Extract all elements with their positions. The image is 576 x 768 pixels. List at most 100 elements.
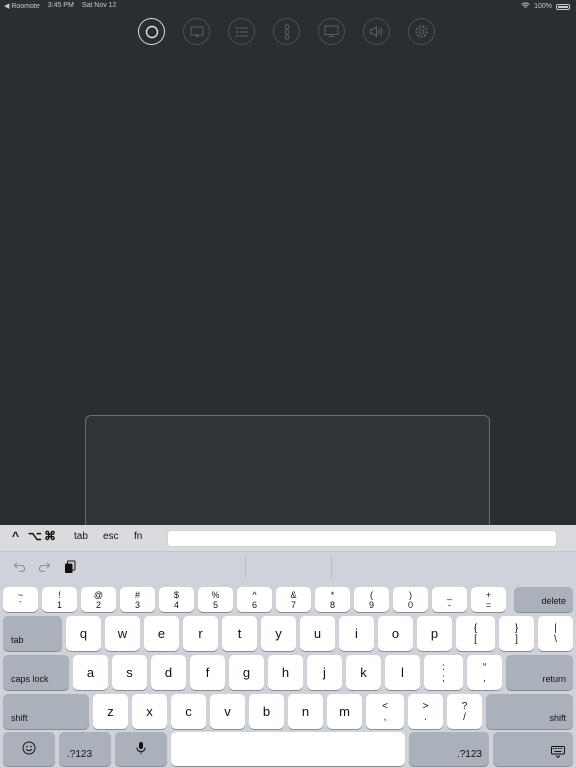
key-x[interactable]: x (132, 694, 167, 729)
key-r[interactable]: r (183, 616, 218, 651)
key-bottom-label: ] (515, 633, 518, 645)
key-bottom-label: . (424, 711, 427, 723)
monitor-icon (324, 25, 339, 38)
key-d[interactable]: d (151, 655, 186, 690)
key-n[interactable]: n (288, 694, 323, 729)
key-equals[interactable]: + = (471, 587, 506, 612)
text-input-field[interactable] (167, 530, 557, 547)
key-m[interactable]: m (327, 694, 362, 729)
space-key[interactable] (171, 732, 405, 766)
key-w[interactable]: w (105, 616, 140, 651)
key-bottom-label: 2 (95, 599, 101, 610)
key-b[interactable]: b (249, 694, 284, 729)
paste-icon[interactable] (64, 560, 76, 579)
more-button[interactable] (273, 18, 300, 45)
key-period[interactable]: >. (408, 694, 443, 729)
command-key[interactable]: ⌘ (44, 529, 56, 543)
key-0[interactable]: ) 0 (393, 587, 428, 612)
key-bottom-label: [ (474, 633, 477, 645)
key-p[interactable]: p (417, 616, 452, 651)
numbers-key-label: .?123 (67, 749, 93, 760)
key-t[interactable]: t (222, 616, 257, 651)
key-7[interactable]: & 7 (276, 587, 311, 612)
key-bottom-label: 3 (134, 599, 140, 610)
display-button[interactable] (318, 18, 345, 45)
list-button[interactable] (228, 18, 255, 45)
key-3[interactable]: #3 (120, 587, 155, 612)
numbers-left-key[interactable]: .?123 (59, 732, 111, 766)
numbers-right-key[interactable]: .?123 (409, 732, 489, 766)
key-u[interactable]: u (300, 616, 335, 651)
key-5[interactable]: % 5 (198, 587, 233, 612)
key-f[interactable]: f (190, 655, 225, 690)
key-1[interactable]: ! 1 (42, 587, 77, 612)
key-2[interactable]: @2 (81, 587, 116, 612)
shift-left-key[interactable]: shift (3, 694, 89, 729)
key-h[interactable]: h (268, 655, 303, 690)
battery-icon (556, 3, 570, 10)
key-z[interactable]: z (93, 694, 128, 729)
key-s[interactable]: s (112, 655, 147, 690)
redo-icon[interactable] (38, 560, 51, 578)
undo-icon[interactable] (13, 560, 26, 578)
key-bottom-label: 6 (251, 599, 257, 610)
key-j[interactable]: j (307, 655, 342, 690)
airplay-button[interactable] (183, 18, 210, 45)
key-9[interactable]: (9 (354, 587, 389, 612)
key-6[interactable]: ^ 6 (237, 587, 272, 612)
wifi-icon (521, 2, 530, 11)
key-bottom-label: \ (554, 633, 557, 645)
back-to-app-link[interactable]: ◀ Roomote (4, 2, 40, 10)
option-key[interactable]: ⌥ (28, 529, 42, 543)
key-c[interactable]: c (171, 694, 206, 729)
key-comma[interactable]: <, (366, 694, 404, 729)
volume-button[interactable] (363, 18, 390, 45)
key-k[interactable]: k (346, 655, 381, 690)
key-top-label: ^ (252, 589, 257, 600)
trackpad-area[interactable] (85, 415, 490, 530)
key-g[interactable]: g (229, 655, 264, 690)
key-bracket-open[interactable]: {[ (456, 616, 495, 651)
accessory-esc-key[interactable]: esc (103, 531, 119, 542)
key-a[interactable]: a (73, 655, 108, 690)
key-q[interactable]: q (66, 616, 101, 651)
key-bottom-label: , (383, 711, 387, 723)
key-o[interactable]: o (378, 616, 413, 651)
key-top-label: | (554, 622, 557, 634)
key-backtick[interactable]: ~ ` (3, 587, 38, 612)
return-key[interactable]: return (506, 655, 573, 690)
control-key[interactable]: ^ (12, 529, 19, 543)
remote-button[interactable] (138, 18, 165, 45)
gear-icon (414, 24, 429, 39)
key-backslash[interactable]: | \ (538, 616, 573, 651)
key-slash[interactable]: ? / (447, 694, 482, 729)
key-quote[interactable]: “, (467, 655, 502, 690)
key-i[interactable]: i (339, 616, 374, 651)
key-semicolon[interactable]: :; (424, 655, 463, 690)
key-minus[interactable]: _ - (432, 587, 467, 612)
shift-key-label: shift (11, 713, 28, 723)
key-v[interactable]: v (210, 694, 245, 729)
key-y[interactable]: y (261, 616, 296, 651)
tab-key[interactable]: tab (3, 616, 62, 651)
key-4[interactable]: $4 (159, 587, 194, 612)
key-bracket-close[interactable]: }] (499, 616, 534, 651)
emoji-key[interactable] (3, 732, 55, 766)
key-e[interactable]: e (144, 616, 179, 651)
key-8[interactable]: * 8 (315, 587, 350, 612)
key-l[interactable]: l (385, 655, 420, 690)
return-key-label: return (542, 674, 566, 684)
key-top-label: # (134, 589, 140, 600)
key-bottom-label: 0 (407, 599, 413, 610)
delete-key[interactable]: delete (514, 587, 573, 612)
hide-keyboard-key[interactable] (493, 732, 573, 766)
settings-button[interactable] (408, 18, 435, 45)
key-bottom-label: 9 (368, 599, 374, 610)
accessory-fn-key[interactable]: fn (134, 531, 142, 542)
dictation-key[interactable] (115, 732, 167, 766)
shift-right-key[interactable]: shift (486, 694, 573, 729)
speaker-icon (369, 25, 384, 38)
key-bottom-label: 5 (212, 599, 218, 610)
caps-lock-key[interactable]: caps lock (3, 655, 69, 690)
accessory-tab-key[interactable]: tab (74, 531, 88, 542)
